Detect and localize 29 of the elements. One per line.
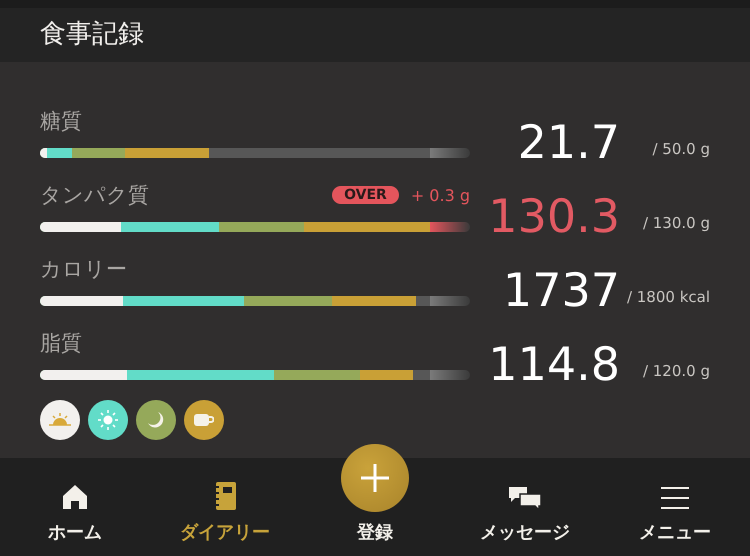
nutrient-label: タンパク質: [40, 182, 150, 209]
goal-text: / 50.0 g: [651, 140, 711, 160]
moon-icon: [147, 411, 165, 429]
nutrient-value: 21.7: [516, 116, 620, 171]
nav-tab[interactable]: ダイアリー: [150, 458, 300, 556]
chat-bubbles-icon: [509, 486, 541, 510]
home-icon: [62, 484, 88, 510]
menu-icon: [661, 486, 689, 510]
over-badge: OVER: [332, 186, 399, 204]
sunrise-icon: [49, 413, 71, 427]
plus-icon: [360, 463, 390, 493]
goal-text: / 1800 kcal: [626, 288, 711, 308]
nutrient-label: 脂質: [40, 330, 83, 357]
excess-amount: + 0.3 g: [410, 186, 470, 204]
goal-text: / 130.0 g: [642, 214, 711, 234]
nav-tab[interactable]: メッセージ: [450, 458, 600, 556]
nav-tab[interactable]: ホーム: [0, 458, 150, 556]
nutrient-value: 114.8: [487, 338, 620, 393]
nav-tab[interactable]: 登録: [300, 458, 450, 556]
notebook-icon: [214, 482, 236, 510]
sun-icon: [98, 410, 118, 430]
nutrient-value: 130.3: [487, 190, 620, 245]
goal-text: / 120.0 g: [642, 362, 711, 382]
cup-icon: [194, 413, 214, 427]
nutrient-value: 1737: [502, 264, 620, 319]
nav-tab[interactable]: メニュー: [600, 458, 750, 556]
screen-title: 食事記録: [40, 19, 144, 49]
nutrient-label: カロリー: [40, 256, 128, 283]
nutrient-label: 糖質: [40, 108, 83, 135]
